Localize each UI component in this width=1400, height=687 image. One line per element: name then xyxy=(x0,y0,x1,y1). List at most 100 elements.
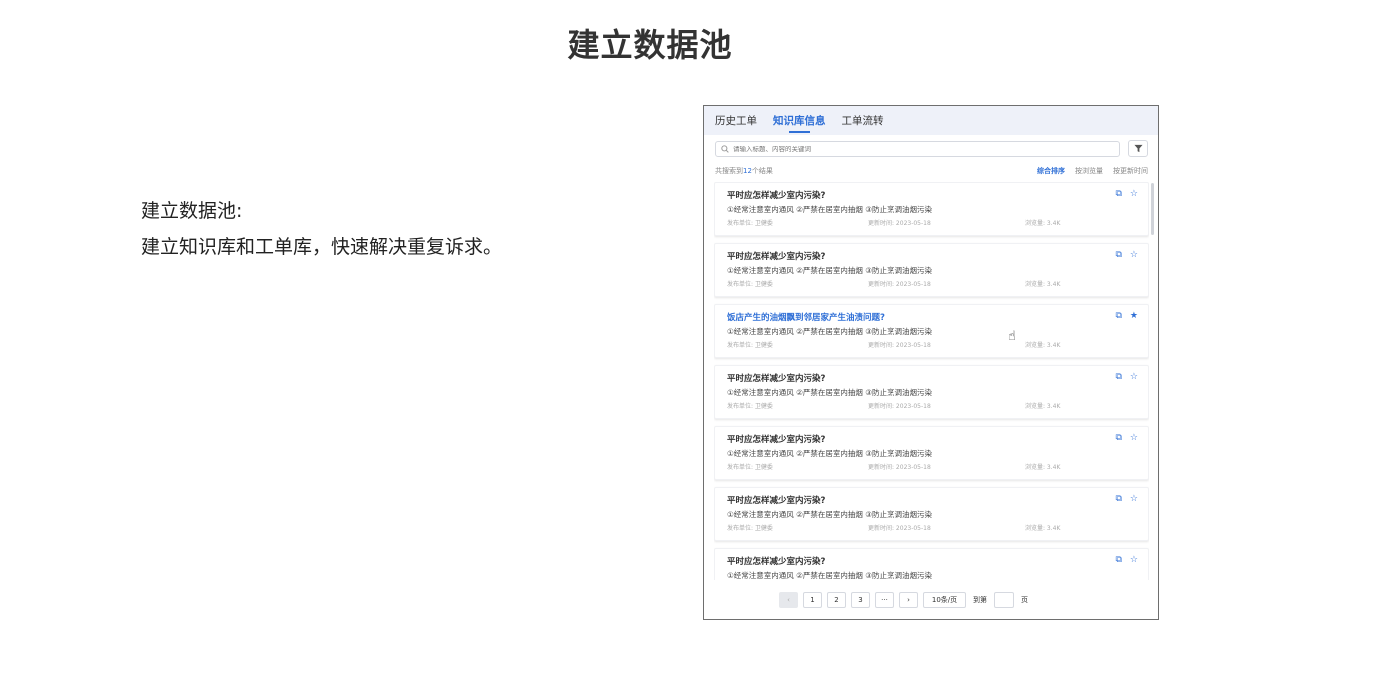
card-title[interactable]: 平时应怎样减少室内污染? xyxy=(727,189,1148,201)
card-actions: ⧉ ☆ xyxy=(1115,556,1138,565)
page-title: 建立数据池 xyxy=(567,26,733,64)
card-meta: 发布单位: 卫健委 更新时间: 2023-05-18 浏览量: 3.4K xyxy=(727,523,1148,532)
sort-by-update-time[interactable]: 按更新时间 xyxy=(1113,166,1148,176)
star-icon[interactable]: ☆ xyxy=(1130,495,1138,504)
star-icon[interactable]: ☆ xyxy=(1130,190,1138,199)
more-pages-button[interactable]: ··· xyxy=(875,592,894,608)
star-icon[interactable]: ☆ xyxy=(1130,434,1138,443)
copy-icon[interactable]: ⧉ xyxy=(1115,312,1121,321)
sort-options: 综合排序 按浏览量 按更新时间 xyxy=(1037,166,1148,176)
card-publisher: 发布单位: 卫健委 xyxy=(727,464,773,471)
result-count: 共搜索到12个结果 xyxy=(715,167,773,175)
search-box[interactable] xyxy=(715,141,1120,157)
search-input[interactable] xyxy=(733,145,1093,153)
knowledge-card[interactable]: 饭店产生的油烟飘到邻居家产生油渍问题? ①经常注意室内通风 ②严禁在居室内抽烟 ③… xyxy=(714,304,1149,358)
card-updated: 更新时间: 2023-05-18 xyxy=(868,220,931,227)
star-filled-icon[interactable]: ★ xyxy=(1130,312,1138,321)
card-updated: 更新时间: 2023-05-18 xyxy=(868,464,931,471)
list-scrollbar[interactable] xyxy=(1151,183,1154,235)
search-icon xyxy=(721,145,729,153)
filter-icon xyxy=(1133,144,1143,153)
knowledge-card[interactable]: 平时应怎样减少室内污染? ①经常注意室内通风 ②严禁在居室内抽烟 ③防止烹调油烟污… xyxy=(714,487,1149,541)
star-icon[interactable]: ☆ xyxy=(1130,251,1138,260)
result-summary-row: 共搜索到12个结果 综合排序 按浏览量 按更新时间 xyxy=(715,166,1148,176)
description-line-2: 建立知识库和工单库，快速解决重复诉求。 xyxy=(141,236,503,258)
card-actions: ⧉ ☆ xyxy=(1115,251,1138,260)
card-views: 浏览量: 3.4K xyxy=(1025,464,1061,471)
card-meta: 发布单位: 卫健委 更新时间: 2023-05-18 浏览量: 3.4K xyxy=(727,218,1148,227)
star-icon[interactable]: ☆ xyxy=(1130,556,1138,565)
tab-order-flow[interactable]: 工单流转 xyxy=(842,113,884,128)
card-actions: ⧉ ★ xyxy=(1115,312,1138,321)
filter-button[interactable] xyxy=(1128,140,1148,157)
goto-page-input[interactable] xyxy=(994,592,1014,608)
card-updated: 更新时间: 2023-05-18 xyxy=(868,281,931,288)
card-meta: 发布单位: 卫健委 更新时间: 2023-05-18 浏览量: 3.4K xyxy=(727,279,1148,288)
card-updated: 更新时间: 2023-05-18 xyxy=(868,525,931,532)
card-content: ①经常注意室内通风 ②严禁在居室内抽烟 ③防止烹调油烟污染 xyxy=(727,327,932,336)
card-content: ①经常注意室内通风 ②严禁在居室内抽烟 ③防止烹调油烟污染 xyxy=(727,266,932,275)
card-title[interactable]: 饭店产生的油烟飘到邻居家产生油渍问题? xyxy=(727,311,1148,323)
card-meta: 发布单位: 卫健委 更新时间: 2023-05-18 浏览量: 3.4K xyxy=(727,401,1148,410)
page-size-select[interactable]: 10条/页 xyxy=(923,592,966,608)
sort-comprehensive[interactable]: 综合排序 xyxy=(1037,166,1065,176)
knowledge-card[interactable]: 平时应怎样减少室内污染? ①经常注意室内通风 ②严禁在居室内抽烟 ③防止烹调油烟污… xyxy=(714,182,1149,236)
goto-prefix: 到第 xyxy=(973,596,987,604)
copy-icon[interactable]: ⧉ xyxy=(1115,434,1121,443)
copy-icon[interactable]: ⧉ xyxy=(1115,556,1121,565)
card-title[interactable]: 平时应怎样减少室内污染? xyxy=(727,494,1148,506)
card-views: 浏览量: 3.4K xyxy=(1025,220,1061,227)
tab-history-orders[interactable]: 历史工单 xyxy=(715,113,757,128)
card-content: ①经常注意室内通风 ②严禁在居室内抽烟 ③防止烹调油烟污染 xyxy=(727,449,932,458)
search-row xyxy=(715,140,1148,157)
card-content: ①经常注意室内通风 ②严禁在居室内抽烟 ③防止烹调油烟污染 xyxy=(727,510,932,519)
knowledge-card[interactable]: 平时应怎样减少室内污染? ①经常注意室内通风 ②严禁在居室内抽烟 ③防止烹调油烟污… xyxy=(714,426,1149,480)
copy-icon[interactable]: ⧉ xyxy=(1115,190,1121,199)
card-views: 浏览量: 3.4K xyxy=(1025,525,1061,532)
card-meta: 发布单位: 卫健委 更新时间: 2023-05-18 浏览量: 3.4K xyxy=(727,340,1148,349)
card-publisher: 发布单位: 卫健委 xyxy=(727,403,773,410)
card-actions: ⧉ ☆ xyxy=(1115,495,1138,504)
tab-bar: 历史工单 知识库信息 工单流转 xyxy=(704,106,1158,135)
card-title[interactable]: 平时应怎样减少室内污染? xyxy=(727,372,1148,384)
goto-suffix: 页 xyxy=(1021,596,1028,604)
page-3-button[interactable]: 3 xyxy=(851,592,870,608)
card-updated: 更新时间: 2023-05-18 xyxy=(868,403,931,410)
card-publisher: 发布单位: 卫健委 xyxy=(727,281,773,288)
hand-cursor-icon: ☝ xyxy=(1008,329,1016,344)
knowledge-list: 平时应怎样减少室内污染? ①经常注意室内通风 ②严禁在居室内抽烟 ③防止烹调油烟污… xyxy=(714,182,1149,580)
card-content: ①经常注意室内通风 ②严禁在居室内抽烟 ③防止烹调油烟污染 xyxy=(727,205,932,214)
copy-icon[interactable]: ⧉ xyxy=(1115,373,1121,382)
knowledge-base-panel: 历史工单 知识库信息 工单流转 共搜索到12个结果 综合排序 按浏览量 按更新时… xyxy=(703,105,1159,620)
description: 建立数据池: 建立知识库和工单库，快速解决重复诉求。 xyxy=(141,193,502,265)
copy-icon[interactable]: ⧉ xyxy=(1115,251,1121,260)
card-content: ①经常注意室内通风 ②严禁在居室内抽烟 ③防止烹调油烟污染 xyxy=(727,388,932,397)
prev-page-button[interactable]: ‹ xyxy=(779,592,798,608)
next-page-button[interactable]: › xyxy=(899,592,918,608)
result-count-number: 12 xyxy=(743,167,752,175)
card-views: 浏览量: 3.4K xyxy=(1025,403,1061,410)
card-views: 浏览量: 3.4K xyxy=(1025,281,1061,288)
card-title[interactable]: 平时应怎样减少室内污染? xyxy=(727,250,1148,262)
card-title[interactable]: 平时应怎样减少室内污染? xyxy=(727,433,1148,445)
card-meta: 发布单位: 卫健委 更新时间: 2023-05-18 浏览量: 3.4K xyxy=(727,462,1148,471)
knowledge-card[interactable]: 平时应怎样减少室内污染? ①经常注意室内通风 ②严禁在居室内抽烟 ③防止烹调油烟污… xyxy=(714,548,1149,580)
description-line-1: 建立数据池: xyxy=(141,200,243,222)
copy-icon[interactable]: ⧉ xyxy=(1115,495,1121,504)
page-2-button[interactable]: 2 xyxy=(827,592,846,608)
card-views: 浏览量: 3.4K xyxy=(1025,342,1061,349)
knowledge-card[interactable]: 平时应怎样减少室内污染? ①经常注意室内通风 ②严禁在居室内抽烟 ③防止烹调油烟污… xyxy=(714,243,1149,297)
page-1-button[interactable]: 1 xyxy=(803,592,822,608)
card-updated: 更新时间: 2023-05-18 xyxy=(868,342,931,349)
pagination: ‹ 1 2 3 ··· › 10条/页 到第 页 xyxy=(779,592,1030,608)
card-publisher: 发布单位: 卫健委 xyxy=(727,525,773,532)
card-title[interactable]: 平时应怎样减少室内污染? xyxy=(727,555,1148,567)
tab-knowledge-base[interactable]: 知识库信息 xyxy=(773,113,826,133)
card-actions: ⧉ ☆ xyxy=(1115,434,1138,443)
card-publisher: 发布单位: 卫健委 xyxy=(727,342,773,349)
card-actions: ⧉ ☆ xyxy=(1115,373,1138,382)
knowledge-card[interactable]: 平时应怎样减少室内污染? ①经常注意室内通风 ②严禁在居室内抽烟 ③防止烹调油烟污… xyxy=(714,365,1149,419)
star-icon[interactable]: ☆ xyxy=(1130,373,1138,382)
sort-by-views[interactable]: 按浏览量 xyxy=(1075,166,1103,176)
card-content: ①经常注意室内通风 ②严禁在居室内抽烟 ③防止烹调油烟污染 xyxy=(727,571,932,580)
